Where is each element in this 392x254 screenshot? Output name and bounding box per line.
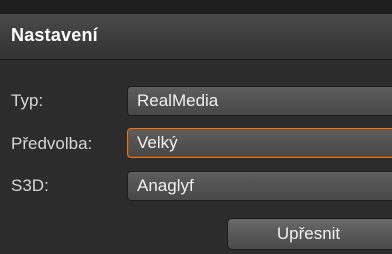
s3d-dropdown[interactable]: Anaglyf: [127, 171, 392, 201]
type-dropdown[interactable]: RealMedia: [127, 86, 392, 116]
settings-header: Nastavení: [0, 14, 392, 60]
preset-label: Předvolba:: [11, 134, 93, 153]
refine-button[interactable]: Upřesnit: [227, 218, 392, 250]
preset-dropdown[interactable]: Velký: [127, 128, 392, 158]
s3d-label: S3D:: [11, 176, 49, 195]
settings-panel: Nastavení Typ: RealMedia Předvolba: Velk…: [0, 0, 392, 254]
top-strip: [0, 0, 392, 14]
settings-title: Nastavení: [11, 25, 98, 45]
type-label: Typ:: [11, 91, 44, 110]
